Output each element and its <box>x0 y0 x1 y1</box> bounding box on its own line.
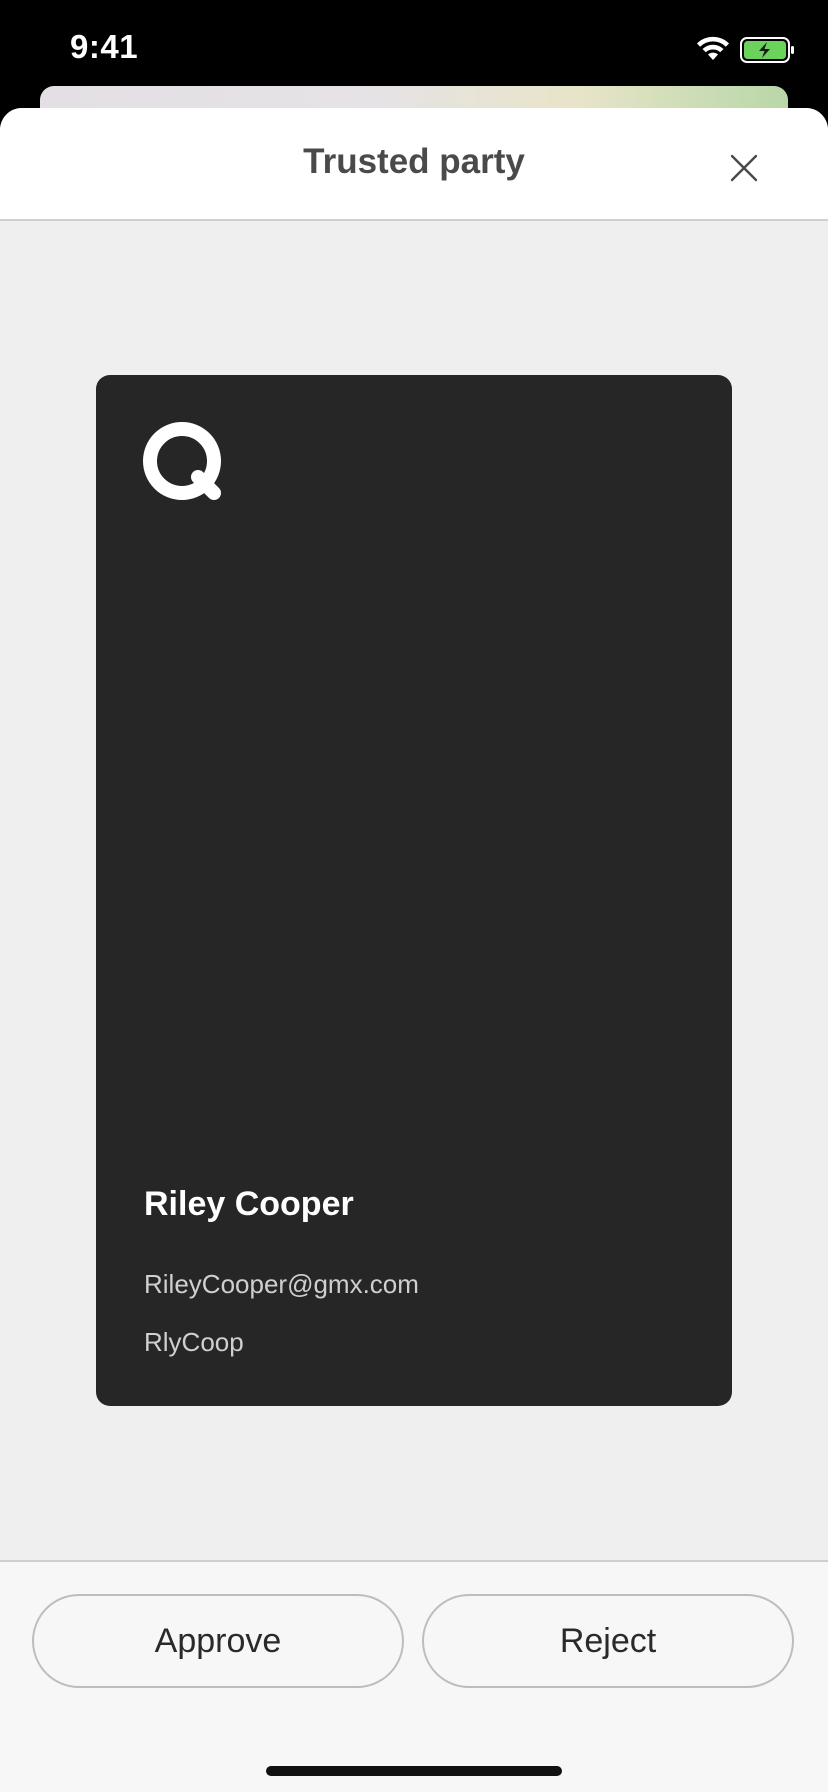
home-indicator[interactable] <box>266 1766 562 1776</box>
sheet-header: Trusted party <box>0 108 828 221</box>
wifi-icon <box>697 36 729 60</box>
party-username: RlyCoop <box>144 1327 244 1357</box>
action-footer: Approve Reject <box>0 1560 828 1792</box>
status-bar: 9:41 <box>0 0 828 100</box>
q-logo-icon <box>143 422 221 500</box>
reject-button[interactable]: Reject <box>422 1594 794 1688</box>
battery-charging-icon <box>740 37 794 63</box>
party-email: RileyCooper@gmx.com <box>144 1269 419 1299</box>
approve-button[interactable]: Approve <box>32 1594 404 1688</box>
close-icon[interactable] <box>722 146 766 190</box>
trusted-party-sheet: Trusted party Riley Cooper RileyCooper@g… <box>0 108 828 1792</box>
status-time: 9:41 <box>70 28 139 65</box>
identity-card: Riley Cooper RileyCooper@gmx.com RlyCoop <box>96 375 732 1406</box>
party-name: Riley Cooper <box>144 1185 354 1223</box>
sheet-title: Trusted party <box>303 142 525 181</box>
